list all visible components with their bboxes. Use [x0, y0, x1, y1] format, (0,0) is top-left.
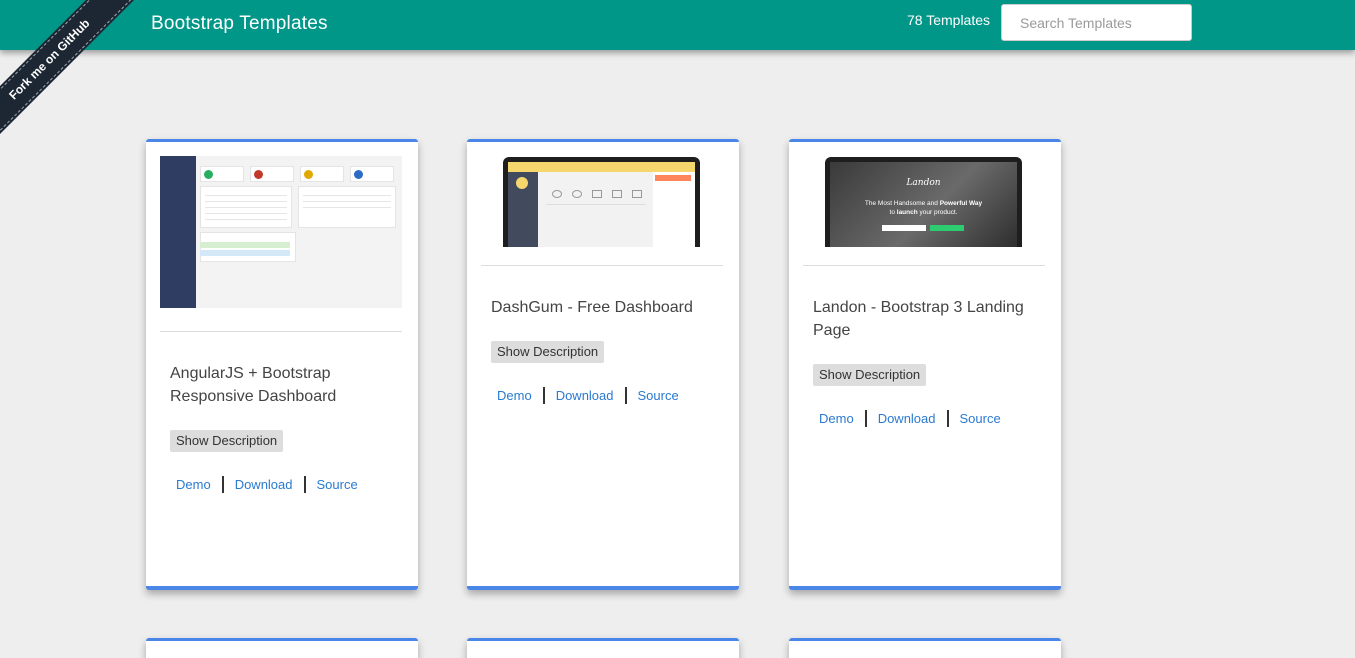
- demo-link[interactable]: Demo: [176, 477, 211, 492]
- demo-link[interactable]: Demo: [819, 411, 854, 426]
- search-input[interactable]: [1001, 4, 1192, 41]
- template-thumbnail[interactable]: Landon The Most Handsome and Powerful Wa…: [803, 157, 1045, 247]
- source-link[interactable]: Source: [960, 411, 1001, 426]
- template-card: [789, 638, 1061, 658]
- divider: [481, 265, 723, 266]
- card-title: AngularJS + Bootstrap Responsive Dashboa…: [170, 365, 337, 405]
- landon-headline: The Most Handsome and: [864, 200, 940, 207]
- link-separator: [864, 410, 867, 427]
- template-card: AngularJS + Bootstrap Responsive Dashboa…: [146, 139, 418, 590]
- template-card: [146, 638, 418, 658]
- divider: [160, 331, 402, 332]
- divider: [803, 265, 1045, 266]
- brand-title[interactable]: Bootstrap Templates: [151, 13, 328, 35]
- landon-subline-bold: launch: [896, 209, 918, 216]
- card-title: DashGum - Free Dashboard: [491, 299, 693, 316]
- template-card: Landon The Most Handsome and Powerful Wa…: [789, 139, 1061, 590]
- download-link[interactable]: Download: [235, 477, 293, 492]
- fork-ribbon-container: Fork me on GitHub: [0, 0, 150, 150]
- top-navbar: Bootstrap Templates 78 Templates: [0, 0, 1355, 50]
- link-separator: [221, 476, 224, 493]
- card-links: Demo Download Source: [497, 387, 679, 404]
- card-links: Demo Download Source: [176, 476, 358, 493]
- card-title: Landon - Bootstrap 3 Landing Page: [813, 299, 1024, 339]
- demo-link[interactable]: Demo: [497, 388, 532, 403]
- show-description-button[interactable]: Show Description: [491, 341, 605, 363]
- template-card: [467, 638, 739, 658]
- link-separator: [303, 476, 306, 493]
- template-card: DashGum - Free Dashboard Show Descriptio…: [467, 139, 739, 590]
- landon-logo: Landon: [906, 178, 941, 188]
- download-link[interactable]: Download: [878, 411, 936, 426]
- template-count: 78 Templates: [907, 12, 991, 28]
- landon-headline-bold: Powerful Way: [939, 200, 983, 207]
- show-description-button[interactable]: Show Description: [170, 430, 284, 452]
- source-link[interactable]: Source: [317, 477, 358, 492]
- link-separator: [542, 387, 545, 404]
- download-link[interactable]: Download: [556, 388, 614, 403]
- template-thumbnail[interactable]: [160, 156, 402, 310]
- landon-subline-prefix: to: [889, 209, 897, 216]
- show-description-button[interactable]: Show Description: [813, 364, 927, 386]
- source-link[interactable]: Source: [638, 388, 679, 403]
- fork-me-ribbon[interactable]: Fork me on GitHub: [0, 0, 135, 145]
- link-separator: [946, 410, 949, 427]
- template-thumbnail[interactable]: [481, 157, 723, 247]
- card-links: Demo Download Source: [819, 410, 1001, 427]
- link-separator: [624, 387, 627, 404]
- landon-subline-suffix: your product.: [917, 209, 958, 216]
